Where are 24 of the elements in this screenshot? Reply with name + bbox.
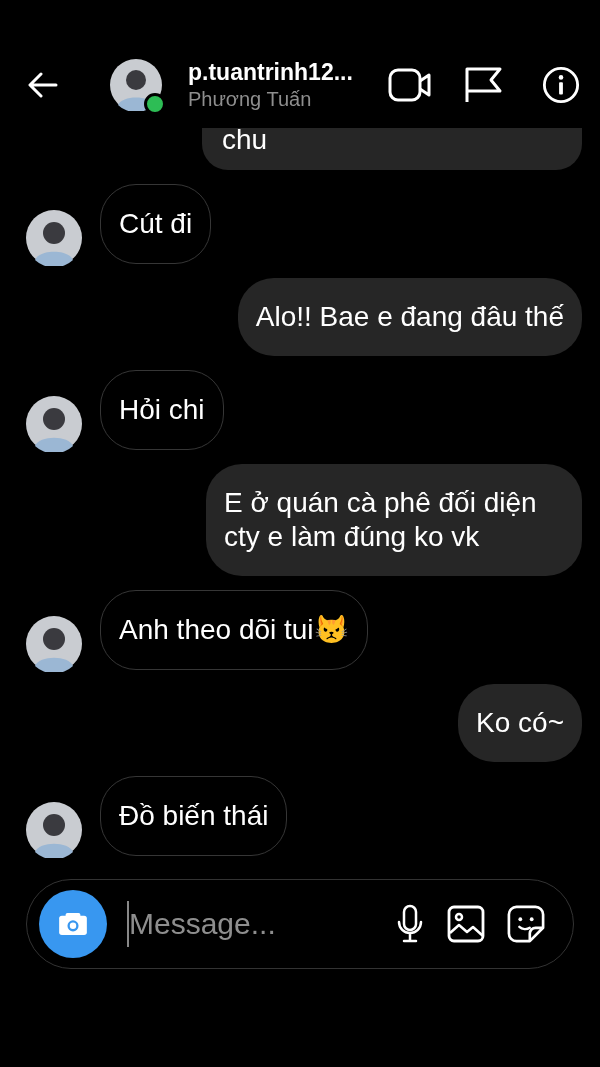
avatar[interactable]	[26, 396, 82, 452]
video-call-icon[interactable]	[388, 68, 432, 102]
info-icon[interactable]	[542, 66, 580, 104]
display-name: Phương Tuấn	[188, 88, 313, 111]
sticker-icon[interactable]	[507, 905, 545, 943]
message-bubble: Anh theo dõi tui😾	[100, 590, 368, 670]
avatar[interactable]	[26, 802, 82, 858]
message-bubble: Alo!! Bae e đang đâu thế	[237, 278, 582, 356]
message-bubble: Đồ biến thái	[100, 776, 288, 856]
camera-icon	[58, 912, 88, 936]
flag-icon[interactable]	[464, 66, 504, 104]
avatar[interactable]	[26, 616, 82, 672]
image-icon[interactable]	[447, 905, 485, 943]
message-bubble: E ở quán cà phê đối diện cty e làm đúng ko vk	[206, 464, 582, 576]
message-bubble: Cút đi	[100, 184, 212, 264]
back-arrow-icon[interactable]	[28, 72, 58, 98]
message-input[interactable]: Message...	[127, 901, 373, 947]
username[interactable]: p.tuantrinh12...	[188, 59, 388, 86]
microphone-icon[interactable]	[395, 904, 425, 944]
message-bubble: chu	[202, 128, 582, 170]
avatar[interactable]	[26, 210, 82, 266]
message-bubble: Ko có~	[458, 684, 582, 762]
message-bubble: Hỏi chi	[100, 370, 224, 450]
camera-button[interactable]	[39, 890, 107, 958]
